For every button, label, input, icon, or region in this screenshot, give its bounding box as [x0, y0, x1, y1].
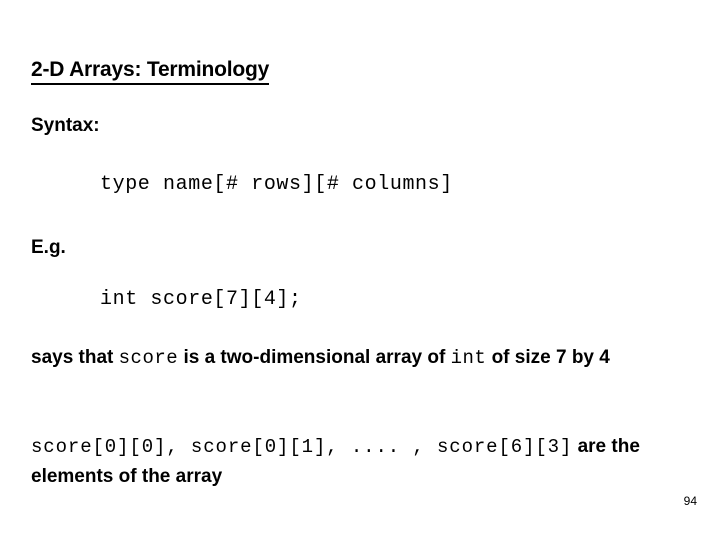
syntax-label: Syntax:: [31, 115, 100, 136]
example-code-line: int score[7][4];: [100, 288, 302, 311]
slide-canvas: 2-D Arrays: Terminology Syntax: type nam…: [0, 0, 720, 540]
elements-mono-list: score[0][0], score[0][1], .... , score[6…: [31, 436, 573, 458]
syntax-code-line: type name[# rows][# columns]: [100, 173, 453, 196]
says-mono-int: int: [450, 347, 487, 369]
page-title: 2-D Arrays: Terminology: [31, 58, 269, 85]
example-label: E.g.: [31, 237, 66, 258]
page-number: 94: [683, 494, 697, 508]
says-mono-score: score: [118, 347, 179, 369]
elements-paragraph: score[0][0], score[0][1], .... , score[6…: [31, 432, 701, 492]
says-text-part-1: says that: [31, 347, 119, 368]
says-text-part-3: of size 7 by 4: [486, 347, 610, 368]
says-that-paragraph: says that score is a two-dimensional arr…: [31, 343, 701, 373]
says-text-part-2: is a two-dimensional array of: [178, 347, 451, 368]
